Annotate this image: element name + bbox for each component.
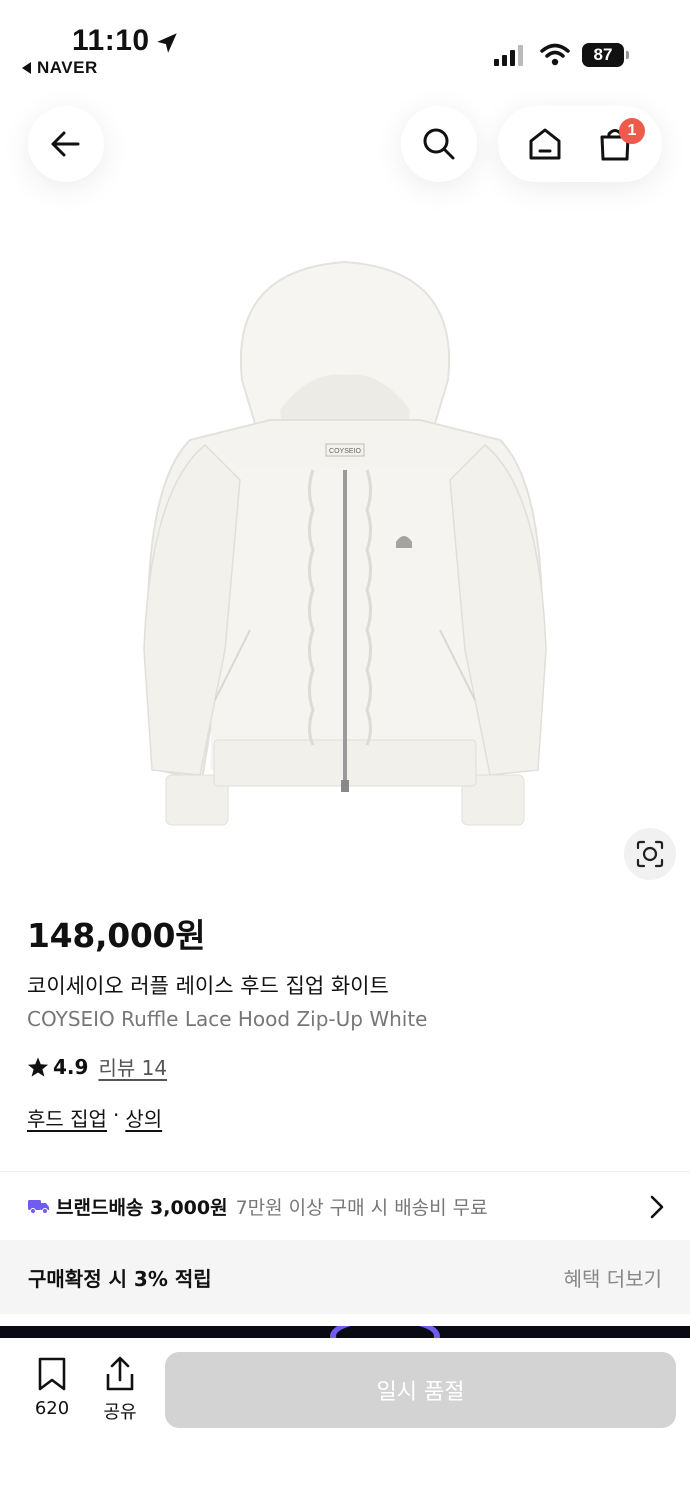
points-benefit-row: 구매확정 시 3% 적립 혜택 더보기 (0, 1240, 690, 1314)
product-image[interactable]: COYSEIO (130, 250, 560, 840)
shipping-note: 7만원 이상 구매 시 배송비 무료 (235, 1196, 488, 1219)
cellular-signal-icon (494, 45, 523, 66)
share-icon (106, 1356, 134, 1391)
battery-icon: 87 (582, 43, 630, 67)
wifi-icon (540, 43, 570, 66)
share-button[interactable]: 공유 (96, 1356, 144, 1424)
search-icon (423, 128, 455, 160)
product-price: 148,000원 (27, 916, 206, 955)
back-to-app[interactable]: NAVER (22, 58, 98, 78)
bookmark-icon (38, 1357, 66, 1391)
visual-search-button[interactable] (624, 828, 676, 880)
rating-score: 4.9 (53, 1054, 89, 1079)
promo-banner-edge (0, 1326, 690, 1338)
home-cart-group: 1 (498, 106, 662, 182)
share-label: 공유 (103, 1402, 137, 1423)
hoodie-illustration: COYSEIO (143, 260, 547, 826)
star-icon (27, 1056, 49, 1077)
cart-count-badge: 1 (619, 118, 645, 144)
product-name-korean: 코이세이오 러플 레이스 후드 집업 화이트 (27, 974, 389, 998)
brand-tag: COYSEIO (329, 448, 361, 455)
search-button[interactable] (401, 106, 477, 182)
back-app-label: NAVER (37, 58, 98, 77)
cart-button[interactable]: 1 (585, 114, 645, 174)
location-arrow-icon (157, 33, 177, 53)
review-count-link[interactable]: 리뷰 14 (98, 1052, 167, 1081)
sold-out-button[interactable]: 일시 품절 (165, 1352, 676, 1428)
category-link-hood-zipup[interactable]: 후드 집업 (27, 1103, 107, 1132)
home-button[interactable] (515, 114, 575, 174)
bottom-action-bar: 620 공유 일시 품절 (0, 1338, 690, 1500)
shipping-info-row[interactable]: 브랜드배송 3,000원 7만원 이상 구매 시 배송비 무료 (0, 1172, 690, 1240)
battery-level: 87 (582, 43, 624, 67)
bookmark-count: 620 (34, 1398, 70, 1419)
arrow-left-icon (51, 131, 80, 157)
truck-icon (28, 1200, 49, 1214)
back-triangle-icon (22, 62, 31, 74)
status-time: 11:10 (72, 24, 150, 57)
points-text: 구매확정 시 3% 적립 (28, 1266, 212, 1291)
home-icon (529, 128, 561, 160)
rating-row: 4.9 리뷰 14 (27, 1052, 167, 1081)
category-link-tops[interactable]: 상의 (125, 1103, 162, 1132)
product-name-english: COYSEIO Ruffle Lace Hood Zip-Up White (27, 1007, 428, 1031)
more-benefits-link[interactable]: 혜택 더보기 (564, 1263, 662, 1292)
chevron-right-icon (650, 1195, 664, 1219)
back-button[interactable] (28, 106, 104, 182)
status-bar: 11:10 NAVER 87 (0, 0, 690, 90)
category-breadcrumb: 후드 집업 · 상의 (27, 1103, 162, 1132)
bookmark-button[interactable]: 620 (28, 1356, 76, 1419)
category-separator: · (112, 1103, 120, 1127)
camera-lens-icon (636, 840, 664, 868)
shipping-label: 브랜드배송 3,000원 (56, 1196, 228, 1219)
